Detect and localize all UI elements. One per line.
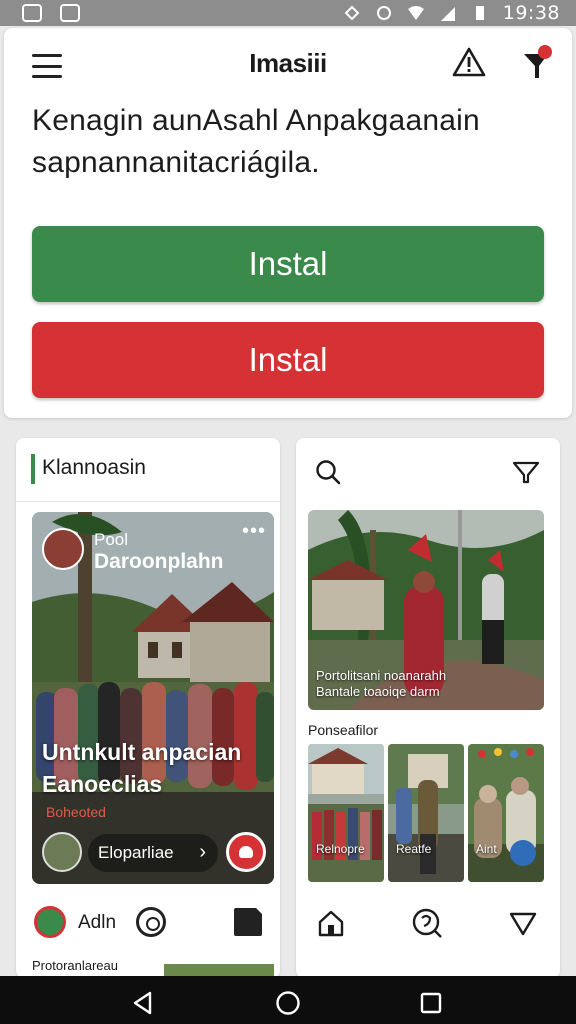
post-tag: Boheoted (46, 804, 106, 820)
status-bar-right: 19:38 (343, 2, 560, 24)
thumbnail-illustration (388, 744, 464, 882)
warning-icon[interactable] (452, 46, 486, 78)
bookmark-icon[interactable] (234, 907, 263, 936)
install-button-primary[interactable]: Instal (32, 226, 544, 302)
right-card-actions (296, 904, 560, 944)
compass-icon[interactable] (410, 906, 444, 940)
right-feed-card: Portolitsani noanarahh Bantale toaoiqe d… (296, 438, 560, 978)
community-photo[interactable]: Pool Daroonplahn ••• Untnkult anpacian E… (32, 512, 274, 884)
section-title: Ponseafilor (308, 722, 379, 738)
action-label[interactable]: Adln (78, 912, 116, 934)
sync-icon (344, 5, 360, 21)
camera-icon[interactable] (136, 907, 166, 937)
chevron-right-icon: › (199, 841, 206, 863)
share-icon[interactable] (510, 840, 536, 866)
left-card-footer: Protoranlareau (32, 958, 118, 973)
battery-icon (475, 6, 484, 20)
commenter-avatar[interactable] (42, 832, 82, 872)
recents-icon[interactable] (418, 990, 444, 1016)
explore-pill-label: Eloparliae (98, 843, 174, 862)
thumbnail-illustration (308, 744, 384, 882)
left-card-header: Klannoasin (16, 438, 280, 502)
wifi-icon (407, 6, 424, 20)
explore-pill-button[interactable]: Eloparliae › (88, 834, 218, 872)
app-notification-icon (60, 4, 80, 22)
status-bar: 19:38 (0, 0, 576, 26)
alarm-icon (376, 6, 391, 20)
brand-logo-icon[interactable] (34, 906, 66, 938)
thumbnail-card[interactable]: Reatfe (388, 744, 464, 882)
filter-icon[interactable] (512, 458, 540, 486)
status-bar-left (22, 4, 80, 22)
more-options-icon[interactable]: ••• (242, 520, 266, 543)
status-time: 19:38 (502, 2, 560, 24)
nav-home-icon[interactable] (275, 990, 301, 1016)
post-author-prefix: Pool (94, 530, 129, 549)
cloud-action-button[interactable] (226, 832, 266, 872)
thumbnail-label: Aint (476, 842, 497, 856)
notification-pin-icon[interactable] (520, 42, 556, 82)
install-button-secondary[interactable]: Instal (32, 322, 544, 398)
accent-bar (31, 454, 35, 484)
headline-text: Kenagin aunAsahl Anpakgaanain sapnannani… (32, 104, 480, 179)
thumbnail-card[interactable]: Aint (468, 744, 544, 882)
post-caption: Untnkult anpacian Eanoeclias (42, 739, 242, 797)
thumbnail-card[interactable]: Relnopre (308, 744, 384, 882)
thumbnail-label: Reatfe (396, 842, 432, 856)
left-feed-card: Klannoasin Pool Daroonplahn ••• Untnkult… (16, 438, 280, 978)
app-title: Imasiii (249, 48, 327, 78)
left-card-actions: Adln (16, 904, 280, 944)
hero-caption-line2: Bantale toaoiqe darm (316, 684, 440, 699)
heart-icon[interactable] (508, 908, 538, 938)
hero-caption-line1: Portolitsani noanarahh (316, 668, 447, 683)
signal-icon (440, 7, 455, 21)
hero-caption: Portolitsani noanarahh Bantale toaoiqe d… (316, 668, 446, 700)
thumbnail-row: Relnopre Reatfe Aint (308, 744, 544, 882)
flag-ceremony-photo[interactable]: Portolitsani noanarahh Bantale toaoiqe d… (308, 510, 544, 710)
top-card: Imasiii Kenagin aunAsahl Anpakgaanain sa… (4, 28, 572, 418)
post-author-avatar[interactable] (42, 528, 84, 570)
back-icon[interactable] (130, 990, 156, 1016)
search-icon[interactable] (314, 458, 342, 486)
home-icon[interactable] (316, 908, 346, 938)
gallery-notification-icon (22, 4, 42, 22)
left-card-title: Klannoasin (42, 456, 146, 479)
android-nav-bar (0, 976, 576, 1024)
thumbnail-label: Relnopre (316, 842, 365, 856)
post-author-name[interactable]: Daroonplahn (94, 550, 224, 574)
